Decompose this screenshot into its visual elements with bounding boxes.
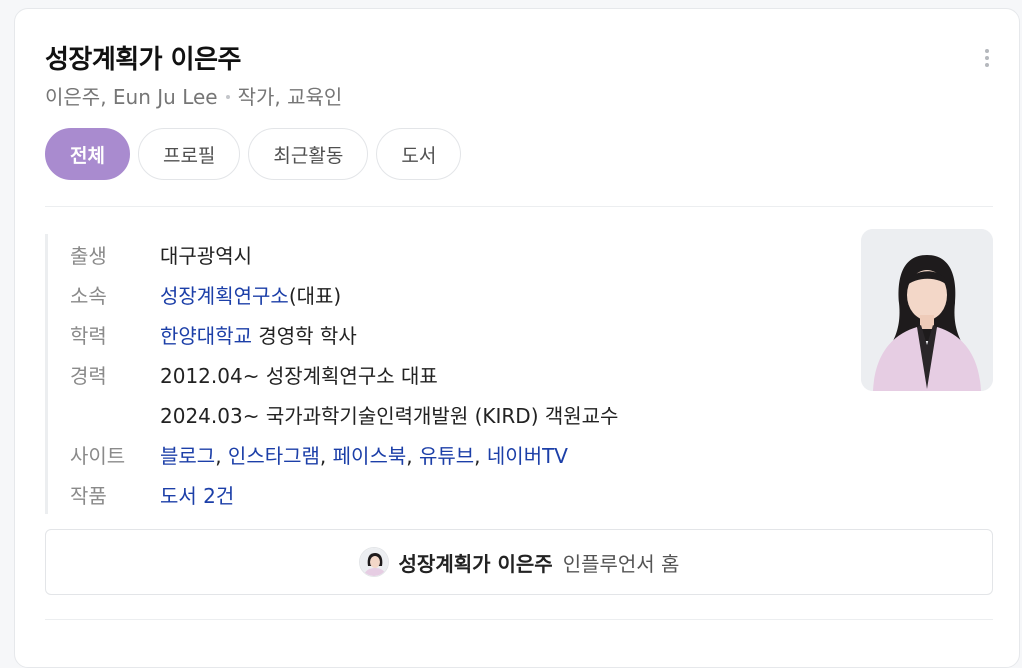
career-item-1: 2012.04~ 성장계획연구소 대표 xyxy=(160,363,438,388)
info-row-career-2: 2024.03~ 국가과학기술인력개발원 (KIRD) 객원교수 xyxy=(70,394,845,434)
affiliation-value: 성장계획연구소(대표) xyxy=(160,280,341,309)
info-row-affiliation: 소속 성장계획연구소(대표) xyxy=(70,274,845,314)
site-link-youtube[interactable]: 유튜브 xyxy=(419,444,474,468)
birth-label: 출생 xyxy=(70,243,107,268)
education-suffix: 경영학 학사 xyxy=(252,323,357,348)
info-row-sites: 사이트 블로그, 인스타그램, 페이스북, 유튜브, 네이버TV xyxy=(70,434,845,474)
tab-profile[interactable]: 프로필 xyxy=(137,128,241,180)
bottom-divider xyxy=(45,619,993,620)
info-row-career: 경력 2012.04~ 성장계획연구소 대표 xyxy=(70,354,845,394)
works-value: 도서 2건 xyxy=(160,480,234,509)
site-separator: , xyxy=(474,443,481,468)
info-row-works: 작품 도서 2건 xyxy=(70,474,845,514)
career-label: 경력 xyxy=(70,363,107,388)
site-link-facebook[interactable]: 페이스북 xyxy=(333,444,407,468)
sites-value: 블로그, 인스타그램, 페이스북, 유튜브, 네이버TV xyxy=(160,440,568,469)
influencer-home-label: 인플루언서 홈 xyxy=(562,551,680,576)
tab-books[interactable]: 도서 xyxy=(376,128,462,180)
birth-value: 대구광역시 xyxy=(160,243,252,268)
portrait-image xyxy=(861,229,993,391)
profile-info: 출생 대구광역시 소속 성장계획연구소(대표) 학력 한양대학교 경영학 학사 … xyxy=(45,234,845,514)
affiliation-label: 소속 xyxy=(70,283,107,308)
avatar xyxy=(358,547,389,577)
site-separator: , xyxy=(319,443,327,468)
tab-all[interactable]: 전체 xyxy=(45,128,130,180)
education-link[interactable]: 한양대학교 xyxy=(160,324,252,348)
tab-recent-activity[interactable]: 최근활동 xyxy=(248,128,369,180)
sites-label: 사이트 xyxy=(70,443,126,468)
more-options-icon[interactable] xyxy=(983,49,991,73)
profile-photo[interactable] xyxy=(861,229,993,391)
site-separator: , xyxy=(215,443,222,468)
divider xyxy=(45,206,993,207)
profile-card: 성장계획가 이은주 이은주, Eun Ju Lee 작가, 교육인 전체 프로필 … xyxy=(14,8,1020,668)
affiliation-suffix: (대표) xyxy=(288,283,342,308)
subtitle-roles: 작가, 교육인 xyxy=(237,85,343,109)
career-item-2: 2024.03~ 국가과학기술인력개발원 (KIRD) 객원교수 xyxy=(160,403,619,428)
affiliation-link[interactable]: 성장계획연구소 xyxy=(160,284,289,308)
site-separator: , xyxy=(406,443,413,468)
works-label: 작품 xyxy=(70,483,107,508)
tab-bar: 전체 프로필 최근활동 도서 xyxy=(45,128,462,180)
education-label: 학력 xyxy=(70,323,107,348)
page-title: 성장계획가 이은주 xyxy=(45,45,241,75)
site-link-navertv[interactable]: 네이버TV xyxy=(487,444,568,468)
subtitle: 이은주, Eun Ju Lee 작가, 교육인 xyxy=(45,81,342,110)
info-row-education: 학력 한양대학교 경영학 학사 xyxy=(70,314,845,354)
site-link-blog[interactable]: 블로그 xyxy=(160,444,215,468)
avatar-image xyxy=(359,548,388,576)
influencer-name: 성장계획가 이은주 xyxy=(398,551,553,576)
works-link[interactable]: 도서 2건 xyxy=(160,484,234,508)
info-row-birth: 출생 대구광역시 xyxy=(70,234,845,274)
education-value: 한양대학교 경영학 학사 xyxy=(160,320,357,349)
separator-dot xyxy=(225,94,230,99)
site-link-instagram[interactable]: 인스타그램 xyxy=(228,444,320,468)
subtitle-names: 이은주, Eun Ju Lee xyxy=(45,85,218,109)
influencer-home-button[interactable]: 성장계획가 이은주 인플루언서 홈 xyxy=(45,529,993,595)
